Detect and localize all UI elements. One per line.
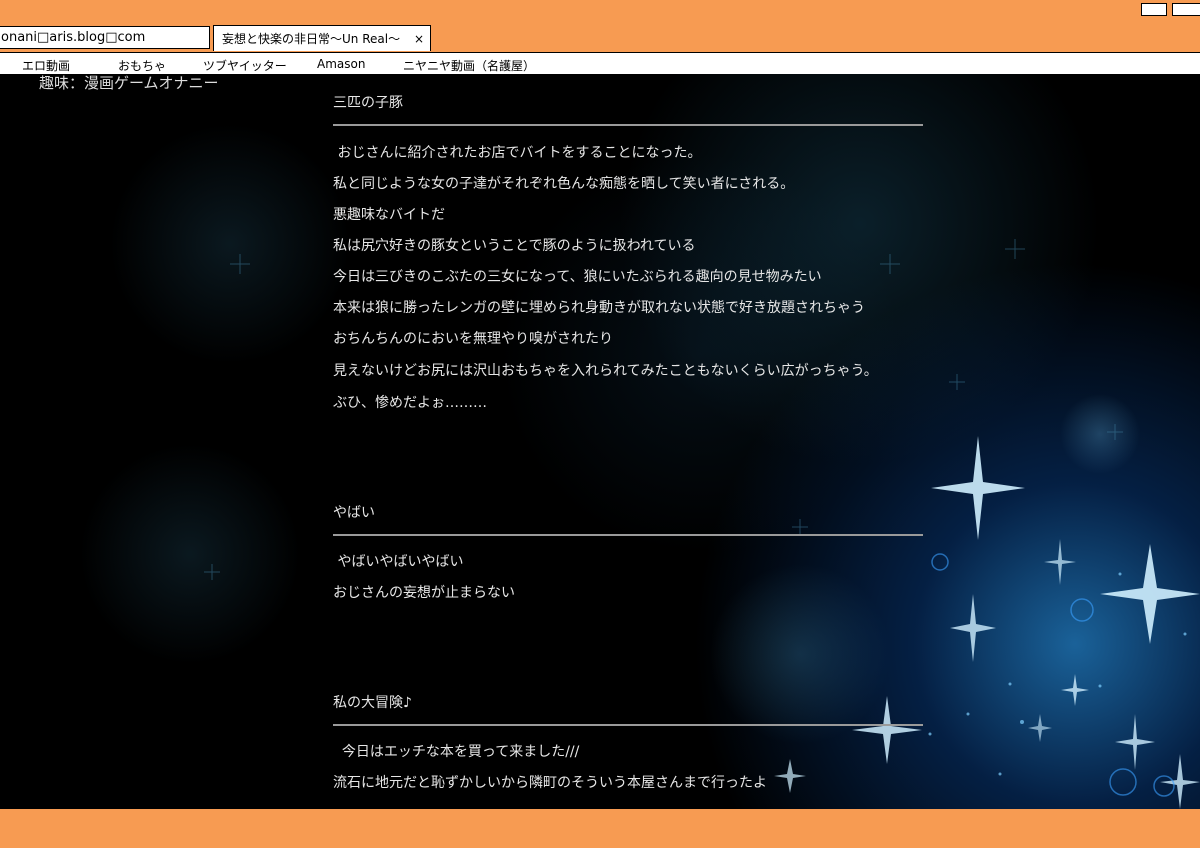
post-line: 流石に地元だと恥ずかしいから隣町のそういう本屋さんまで行ったよ bbox=[333, 775, 767, 791]
sparkle-dot-icon bbox=[928, 732, 932, 736]
post-line: 今日はエッチな本を買って来ました/// bbox=[333, 744, 580, 760]
post-title[interactable]: やばい bbox=[333, 502, 375, 522]
blog-content: 趣味：漫画ゲームオナニー 三匹の子豚 おじさんに紹介されたお店でバイトをすること… bbox=[0, 74, 1200, 809]
bokeh-ring-icon bbox=[1070, 598, 1094, 622]
browser-top-bar: onani□aris.blog□com 妄想と快楽の非日常〜Un Real〜 × bbox=[0, 0, 1200, 52]
post-line: 悪趣味なバイトだ bbox=[333, 207, 445, 223]
faint-cross-icon bbox=[230, 254, 250, 274]
post-line: 見えないけどお尻には沢山おもちゃを入れられてみたこともないくらい広がっちゃう。 bbox=[333, 363, 878, 379]
menu-item-tsubuyaitter[interactable]: ツブヤイッター bbox=[203, 57, 287, 74]
menu-item-amason[interactable]: Amason bbox=[317, 57, 365, 71]
sparkle-star-icon bbox=[1100, 544, 1200, 644]
sparkle-star-icon bbox=[950, 594, 996, 662]
bokeh-ring-icon bbox=[931, 553, 949, 571]
post-title[interactable]: 私の大冒険♪ bbox=[333, 692, 412, 712]
sparkle-dot-icon bbox=[966, 712, 970, 716]
faint-cross-icon bbox=[1107, 424, 1123, 440]
faint-cross-icon bbox=[949, 374, 965, 390]
minimize-button[interactable] bbox=[1141, 3, 1167, 16]
post-divider bbox=[333, 534, 923, 536]
browser-bottom-bar bbox=[0, 809, 1200, 848]
sparkle-star-icon bbox=[1115, 714, 1155, 770]
tab-close-icon[interactable]: × bbox=[414, 26, 424, 52]
sparkle-star-icon bbox=[1061, 674, 1089, 706]
post-line: ぶひ、惨めだよぉ……… bbox=[333, 395, 487, 411]
post-title[interactable]: 三匹の子豚 bbox=[333, 92, 403, 112]
tab-title: 妄想と快楽の非日常〜Un Real〜 bbox=[222, 32, 401, 46]
faint-cross-icon bbox=[204, 564, 220, 580]
menu-item-nyanya-douga[interactable]: ニヤニヤ動画（名護屋） bbox=[403, 57, 535, 74]
post-line: おじさんに紹介されたお店でバイトをすることになった。 bbox=[333, 145, 702, 161]
post-divider bbox=[333, 724, 923, 726]
bokeh-ring-icon bbox=[1153, 775, 1175, 797]
post-line: おじさんの妄想が止まらない bbox=[333, 585, 515, 601]
bokeh-ring-icon bbox=[1109, 768, 1137, 796]
maximize-button[interactable] bbox=[1172, 3, 1200, 16]
post-line: 本来は狼に勝ったレンガの壁に埋められ身動きが取れない状態で好き放題されちゃう bbox=[333, 300, 865, 316]
post-line: おちんちんのにおいを無理やり嗅がされたり bbox=[333, 331, 613, 347]
address-bar[interactable]: onani□aris.blog□com bbox=[0, 26, 210, 49]
sparkle-star-icon bbox=[1160, 754, 1200, 809]
sparkle-star-icon bbox=[931, 436, 1025, 540]
post-divider bbox=[333, 124, 923, 126]
post-line: やばいやばいやばい bbox=[333, 554, 464, 570]
sparkle-dot-icon bbox=[1008, 682, 1012, 686]
sparkle-dot-icon bbox=[1183, 632, 1187, 636]
faint-cross-icon bbox=[880, 254, 900, 274]
tab-active[interactable]: 妄想と快楽の非日常〜Un Real〜 × bbox=[213, 25, 431, 51]
faint-cross-icon bbox=[792, 519, 808, 535]
post-line: 私と同じような女の子達がそれぞれ色んな痴態を晒して笑い者にされる。 bbox=[333, 176, 795, 192]
menu-item-ero-douga[interactable]: エロ動画 bbox=[22, 57, 70, 74]
sparkle-star-icon bbox=[1028, 714, 1052, 742]
profile-hobby: 趣味：漫画ゲームオナニー bbox=[39, 74, 219, 92]
sparkle-dot-icon bbox=[1020, 720, 1024, 724]
site-menu-bar: エロ動画 おもちゃ ツブヤイッター Amason ニヤニヤ動画（名護屋） bbox=[0, 52, 1200, 74]
sparkle-dot-icon bbox=[998, 772, 1002, 776]
post-line: 私は尻穴好きの豚女ということで豚のように扱われている bbox=[333, 238, 696, 254]
menu-item-omocha[interactable]: おもちゃ bbox=[118, 57, 166, 74]
sparkle-dot-icon bbox=[1118, 572, 1122, 576]
sparkle-star-icon bbox=[852, 696, 922, 764]
sparkle-star-icon bbox=[1044, 539, 1076, 585]
sparkle-dot-icon bbox=[1098, 684, 1102, 688]
sparkle-star-icon bbox=[774, 759, 806, 793]
faint-cross-icon bbox=[1005, 239, 1025, 259]
post-line: 今日は三びきのこぶたの三女になって、狼にいたぶられる趣向の見せ物みたい bbox=[333, 269, 822, 285]
